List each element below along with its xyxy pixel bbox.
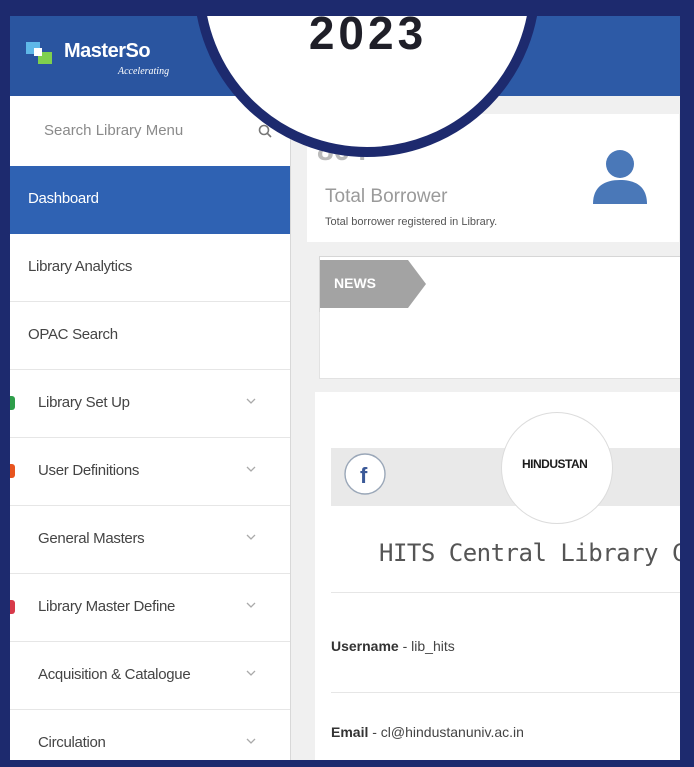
chevron-down-icon <box>246 738 256 744</box>
sidebar-item-label: Dashboard <box>28 190 99 207</box>
institution-logo: HINDUSTAN <box>501 412 613 524</box>
sidebar-item-opac-search[interactable]: OPAC Search <box>10 302 290 370</box>
screenshot-frame: MasterSo Accelerating Dashboard Library … <box>0 0 694 767</box>
news-ticker: NEWS <box>319 256 680 314</box>
username-value: - lib_hits <box>398 638 455 654</box>
sidebar-item-dashboard[interactable]: Dashboard <box>10 166 290 234</box>
sidebar-item-circulation[interactable]: Circulation <box>10 710 290 760</box>
user-icon <box>593 150 647 204</box>
library-setup-icon <box>10 396 15 410</box>
sidebar-item-library-master-define[interactable]: Library Master Define <box>10 574 290 642</box>
profile-card: f HINDUSTAN HITS Central Library Che Use… <box>315 392 680 760</box>
username-label: Username <box>331 638 399 654</box>
divider <box>331 692 680 693</box>
institution-name: HITS Central Library Che <box>379 539 680 567</box>
library-master-icon <box>10 600 15 614</box>
borrower-title: Total Borrower <box>325 186 448 207</box>
sidebar-item-library-set-up[interactable]: Library Set Up <box>10 370 290 438</box>
chevron-down-icon <box>246 602 256 608</box>
sidebar-item-label: Library Set Up <box>38 394 130 411</box>
user-definitions-icon <box>10 464 15 478</box>
brand-tagline: Accelerating <box>118 66 170 77</box>
sidebar-item-label: Library Master Define <box>38 598 176 615</box>
chevron-down-icon <box>246 534 256 540</box>
sidebar-item-label: User Definitions <box>38 462 140 479</box>
divider <box>331 592 680 593</box>
sidebar-item-user-definitions[interactable]: User Definitions <box>10 438 290 506</box>
brand-name: MasterSo <box>64 40 151 62</box>
email-label: Email <box>331 724 369 740</box>
sidebar-item-label: Circulation <box>38 734 106 751</box>
sidebar-item-library-analytics[interactable]: Library Analytics <box>10 234 290 302</box>
news-label: NEWS <box>334 275 376 291</box>
facebook-icon[interactable]: f <box>343 452 387 496</box>
sidebar: Dashboard Library Analytics OPAC Search … <box>10 96 291 760</box>
borrower-subtitle: Total borrower registered in Library. <box>325 216 498 228</box>
email-value: - cl@hindustanuniv.ac.in <box>368 724 524 740</box>
news-body <box>319 312 680 379</box>
main-content: 804 Total Borrower Total borrower regist… <box>291 96 680 760</box>
app-window: MasterSo Accelerating Dashboard Library … <box>10 16 680 760</box>
sidebar-item-acquisition-catalogue[interactable]: Acquisition & Catalogue <box>10 642 290 710</box>
sidebar-item-general-masters[interactable]: General Masters <box>10 506 290 574</box>
sidebar-item-label: General Masters <box>38 530 145 547</box>
sidebar-item-label: Acquisition & Catalogue <box>38 666 191 683</box>
email-row: Email - cl@hindustanuniv.ac.in <box>331 724 524 740</box>
username-row: Username - lib_hits <box>331 638 455 654</box>
sidebar-item-label: Library Analytics <box>28 258 133 275</box>
svg-text:f: f <box>360 463 368 488</box>
news-arrow <box>408 260 426 308</box>
institution-logo-text: HINDUSTAN <box>522 457 588 471</box>
chevron-down-icon <box>246 670 256 676</box>
chevron-down-icon <box>246 466 256 472</box>
news-badge: NEWS <box>320 260 408 308</box>
sidebar-item-label: OPAC Search <box>28 326 118 343</box>
search-input[interactable] <box>42 114 236 146</box>
chevron-down-icon <box>246 398 256 404</box>
mastersoft-logo-icon <box>26 42 52 64</box>
year-badge-text: 2023 <box>308 16 428 59</box>
